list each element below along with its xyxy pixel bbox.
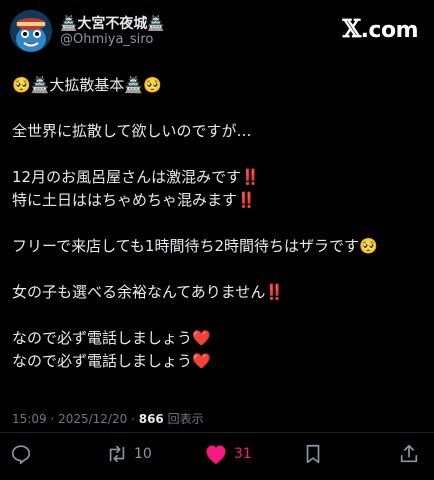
post-line: なので必ず電話しましょう❤️ [12,329,211,347]
like-count: 31 [234,446,252,462]
share-icon [400,444,418,463]
retweet-count: 10 [134,446,152,462]
post-line: 12月のお風呂屋さんは激混みです‼️ [12,168,260,186]
avatar[interactable] [10,10,52,52]
author-display-name[interactable]: 🏯大宮不夜城🏯 [60,13,165,33]
post-line: 特に土日ははちゃめちゃ混みます‼️ [12,191,256,209]
share-button[interactable] [398,440,420,468]
meta-separator: · [131,412,135,426]
post-line: なので必ず電話しましょう❤️ [12,352,211,370]
post-line: 全世界に拡散して欲しいのですが… [12,122,252,140]
x-logo-icon: 𝕏 [342,14,361,43]
views-count: 866 [138,412,164,426]
views-label: 回表示 [167,412,204,426]
x-logo-suffix: .com [360,18,419,43]
bookmark-button[interactable] [302,440,324,468]
post-text: 🥺🏯大拡散基本🏯🥺 全世界に拡散して欲しいのですが… 12月のお風呂屋さんは激混… [12,74,424,373]
meta-separator: · [50,412,55,426]
post-line-blank [12,97,424,120]
post-line: 女の子も選べる余裕なんてありません‼️ [12,283,285,301]
post-line: 🥺🏯大拡散基本🏯🥺 [12,76,162,94]
x-logo: 𝕏.com [342,14,418,43]
retweet-icon [109,445,125,463]
like-button[interactable]: 31 [204,440,252,468]
divider [0,432,434,433]
reply-icon [11,445,31,465]
post-meta: 15:09 · 2025/12/20 · 866 回表示 [12,410,204,427]
post-line-blank [12,258,424,281]
action-bar: 10 31 [0,440,434,468]
heart-icon [206,445,226,464]
post-line-blank [12,143,424,166]
post-date[interactable]: 2025/12/20 [58,412,127,426]
author-handle[interactable]: @Ohmiya_siro [60,32,153,47]
post-line: フリーで来店しても1時間待ち2時間待ちはザラです🥺 [12,237,378,255]
avatar-mascot-icon [10,10,52,52]
bookmark-icon [306,444,320,464]
post-header: 🏯大宮不夜城🏯 @Ohmiya_siro 𝕏.com [0,0,434,62]
retweet-button[interactable]: 10 [106,440,152,468]
post-line-blank [12,212,424,235]
post-line-blank [12,304,424,327]
post-time[interactable]: 15:09 [12,412,47,426]
reply-button[interactable] [10,440,32,468]
